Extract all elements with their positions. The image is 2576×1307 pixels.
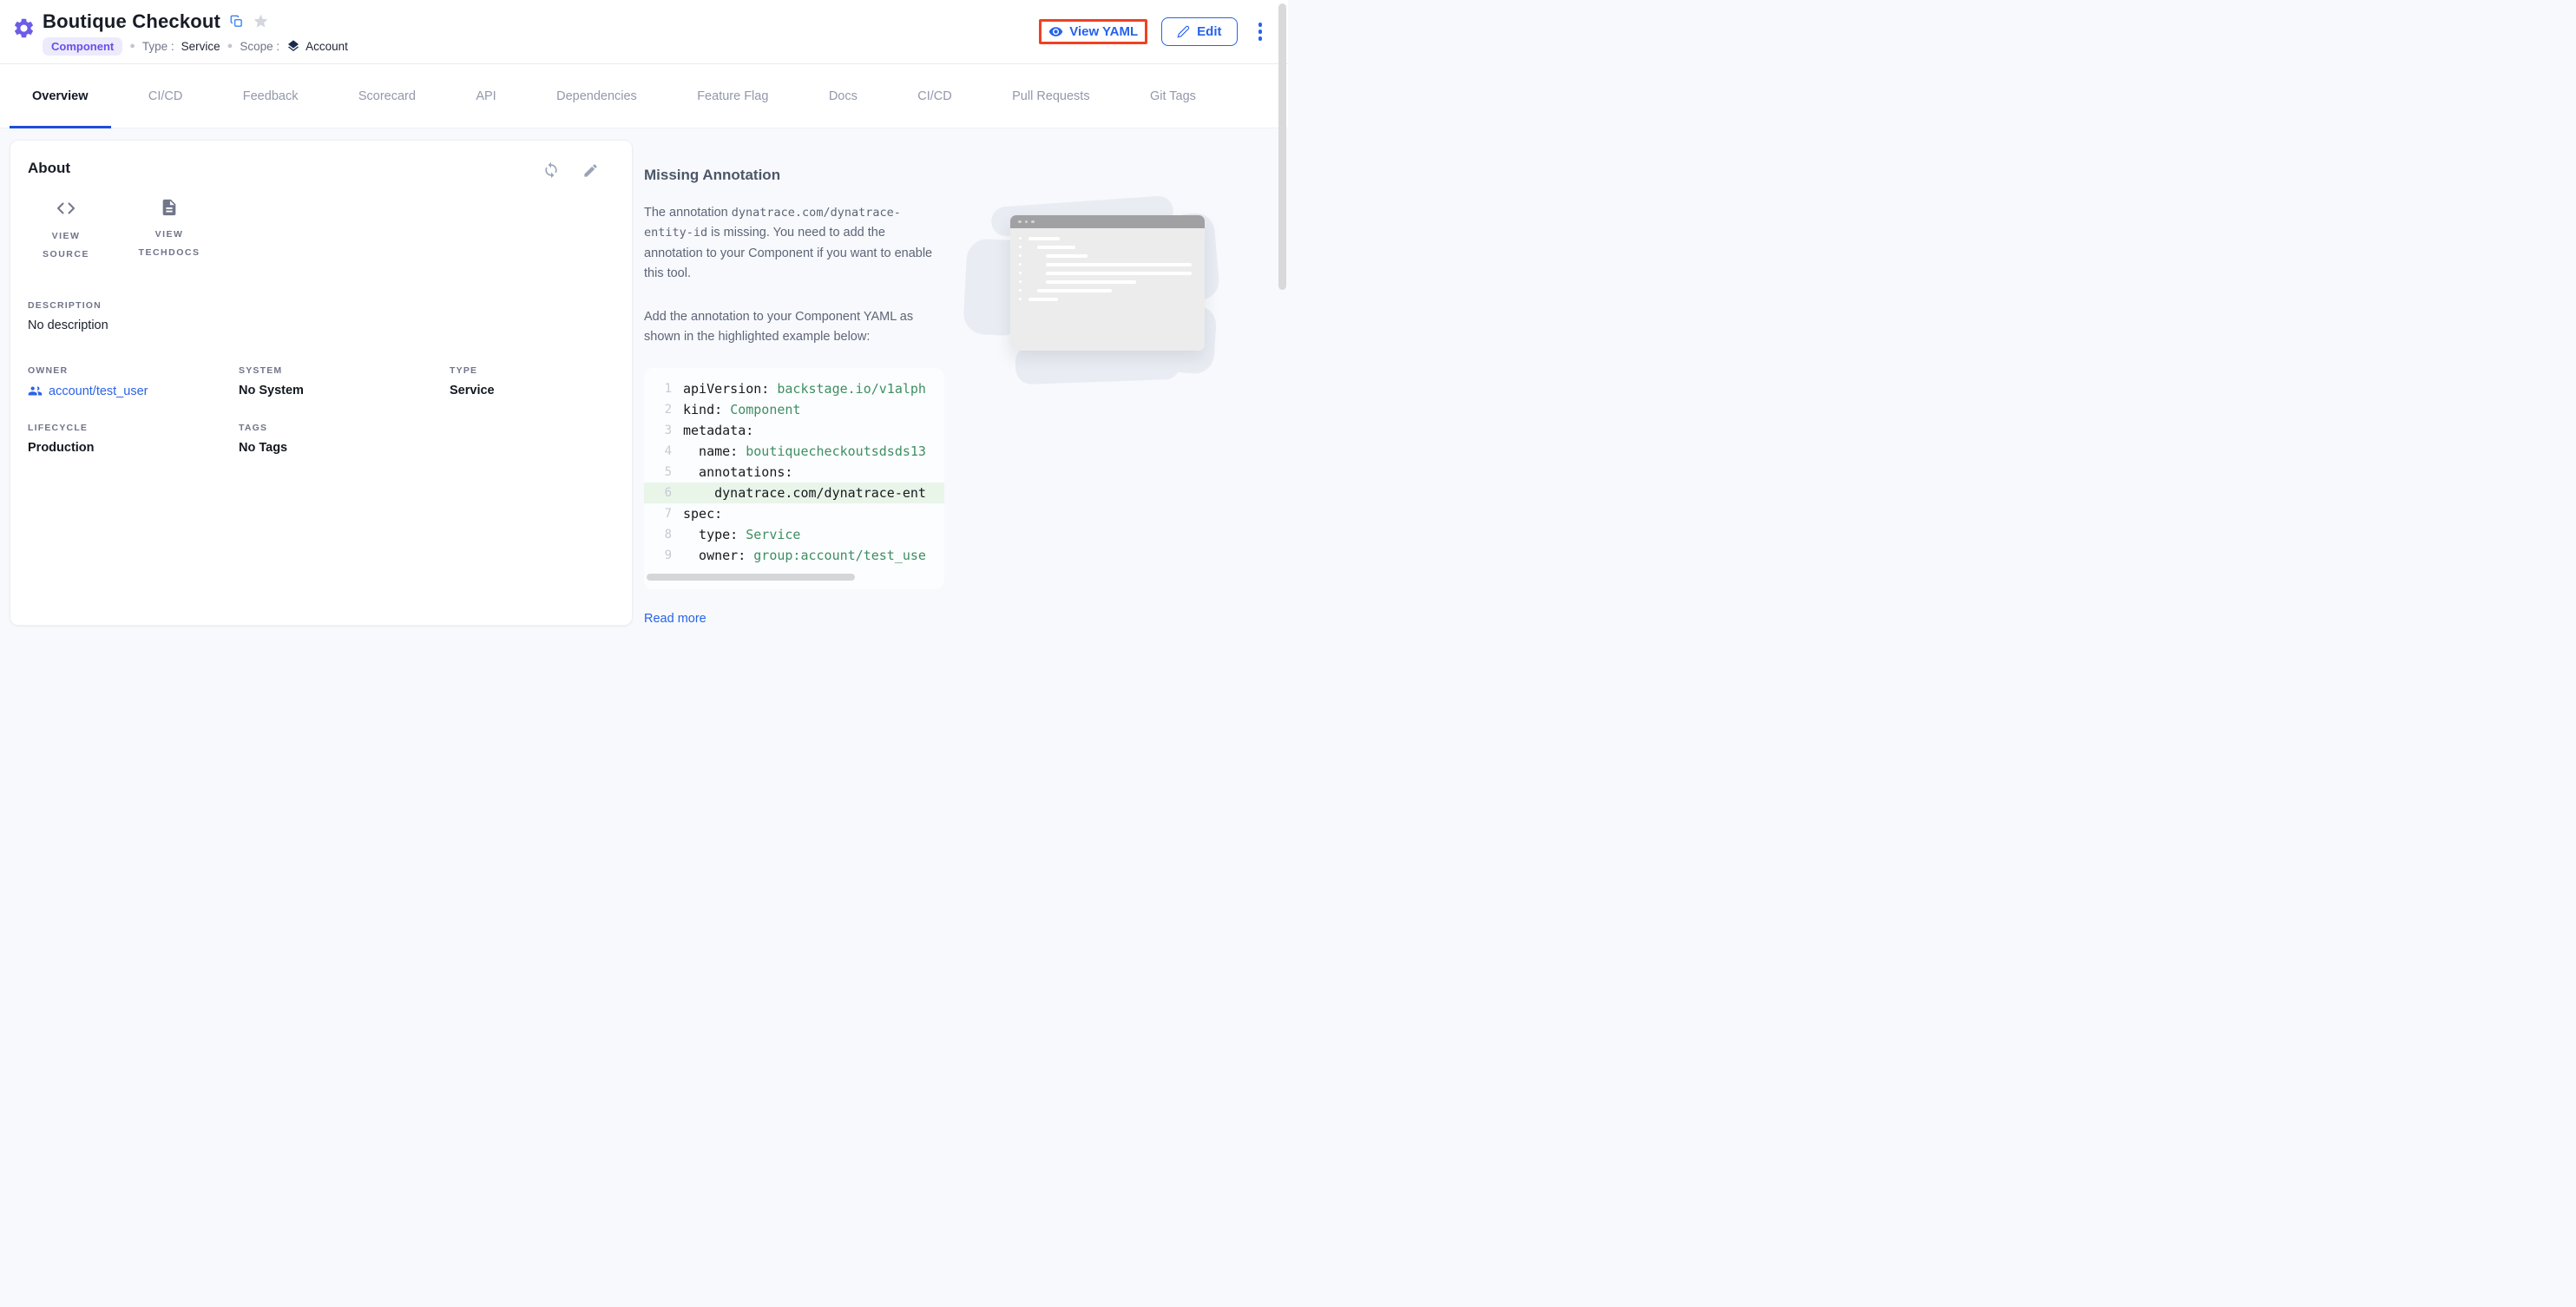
tags-label: TAGS xyxy=(239,423,450,433)
tags-value: No Tags xyxy=(239,441,450,455)
scope-label: Scope : xyxy=(240,40,279,53)
kind-badge: Component xyxy=(43,37,122,56)
pencil-icon xyxy=(1177,25,1190,38)
tab-git-tags[interactable]: Git Tags xyxy=(1127,64,1219,128)
type-value: Service xyxy=(450,384,614,397)
tab-feature-flag[interactable]: Feature Flag xyxy=(674,64,791,128)
about-card: About VIEW SOURCE xyxy=(10,140,633,626)
code-line: 6 dynatrace.com/dynatrace-ent xyxy=(644,483,944,503)
annotation-intro: The annotation dynatrace.com/dynatrace-e… xyxy=(644,203,946,285)
type-label: Type : xyxy=(142,40,174,53)
tags-field: TAGS No Tags xyxy=(239,423,450,455)
description-label: DESCRIPTION xyxy=(28,300,614,311)
tab-dependencies[interactable]: Dependencies xyxy=(534,64,660,128)
code-line: 9 owner: group:account/test_use xyxy=(644,545,944,566)
type-label: TYPE xyxy=(450,365,614,376)
lifecycle-value: Production xyxy=(28,441,239,455)
refresh-icon[interactable] xyxy=(542,161,560,179)
illustration-window-titlebar xyxy=(1010,215,1205,228)
code-line: 4 name: boutiquecheckoutsdsds13 xyxy=(644,441,944,462)
code-horizontal-scrollbar[interactable] xyxy=(647,574,855,581)
copy-icon[interactable] xyxy=(230,15,243,28)
view-yaml-highlight-box: View YAML xyxy=(1039,19,1147,44)
gear-icon xyxy=(12,16,36,40)
view-techdocs-label: VIEW TECHDOCS xyxy=(123,226,215,262)
about-title: About xyxy=(28,160,70,177)
system-field: SYSTEM No System xyxy=(239,365,450,398)
view-techdocs-button[interactable]: VIEW TECHDOCS xyxy=(123,198,215,264)
tab-bar: OverviewCI/CDFeedbackScorecardAPIDepende… xyxy=(0,64,1288,128)
tab-api[interactable]: API xyxy=(453,64,518,128)
page-title: Boutique Checkout xyxy=(43,10,220,33)
missing-annotation-panel: Missing Annotation The annotation dynatr… xyxy=(644,128,946,627)
content-area: About VIEW SOURCE xyxy=(0,128,1288,654)
scope-value-wrap: Account xyxy=(286,39,348,53)
owner-value: account/test_user xyxy=(49,384,148,398)
scope-value: Account xyxy=(306,40,348,53)
page-scrollbar[interactable] xyxy=(1278,3,1286,290)
tab-ci-cd[interactable]: CI/CD xyxy=(895,64,974,128)
lifecycle-field: LIFECYCLE Production xyxy=(28,423,239,455)
read-more-link[interactable]: Read more xyxy=(644,612,706,626)
code-block: 1apiVersion: backstage.io/v1alph2kind: C… xyxy=(644,368,944,589)
edit-about-pencil-icon[interactable] xyxy=(582,161,599,179)
system-value: No System xyxy=(239,384,450,397)
lifecycle-label: LIFECYCLE xyxy=(28,423,239,433)
owner-field: OWNER account/test_user xyxy=(28,365,239,398)
separator-dot: ● xyxy=(129,41,135,51)
code-line: 2kind: Component xyxy=(644,399,944,420)
document-icon xyxy=(160,198,179,217)
code-line: 5 annotations: xyxy=(644,462,944,483)
description-value: No description xyxy=(28,319,614,332)
view-yaml-button[interactable]: View YAML xyxy=(1048,24,1138,39)
edit-label: Edit xyxy=(1197,24,1221,39)
owner-link[interactable]: account/test_user xyxy=(28,384,239,398)
page-header: Boutique Checkout Component ● Type : Ser… xyxy=(0,0,1288,64)
annotation-instruction: Add the annotation to your Component YAM… xyxy=(644,307,946,348)
separator-dot: ● xyxy=(227,41,233,51)
tab-docs[interactable]: Docs xyxy=(806,64,880,128)
type-value: Service xyxy=(181,40,220,53)
view-yaml-label: View YAML xyxy=(1069,24,1138,39)
missing-annotation-title: Missing Annotation xyxy=(644,167,946,184)
entity-title-block: Boutique Checkout Component ● Type : Ser… xyxy=(12,9,348,56)
code-icon xyxy=(56,198,76,219)
owner-label: OWNER xyxy=(28,365,239,376)
code-line: 1apiVersion: backstage.io/v1alph xyxy=(644,378,944,399)
star-icon[interactable] xyxy=(253,13,269,30)
illustration-window xyxy=(1010,215,1205,351)
system-label: SYSTEM xyxy=(239,365,450,376)
browser-window-illustration xyxy=(970,201,1213,401)
eye-icon xyxy=(1048,24,1063,39)
tab-pull-requests[interactable]: Pull Requests xyxy=(989,64,1112,128)
tab-overview[interactable]: Overview xyxy=(10,64,111,128)
type-field: TYPE Service xyxy=(450,365,614,398)
edit-button[interactable]: Edit xyxy=(1161,17,1237,46)
view-source-label: VIEW SOURCE xyxy=(28,227,104,264)
tab-scorecard[interactable]: Scorecard xyxy=(336,64,438,128)
code-line: 8 type: Service xyxy=(644,524,944,545)
view-source-button[interactable]: VIEW SOURCE xyxy=(28,198,104,264)
tab-ci-cd[interactable]: CI/CD xyxy=(126,64,205,128)
code-line: 7spec: xyxy=(644,503,944,524)
code-line: 3metadata: xyxy=(644,420,944,441)
group-icon xyxy=(28,384,43,398)
layers-icon xyxy=(286,39,300,53)
kebab-menu-icon[interactable] xyxy=(1252,17,1270,46)
tab-feedback[interactable]: Feedback xyxy=(220,64,321,128)
illustration-window-body xyxy=(1010,228,1205,351)
